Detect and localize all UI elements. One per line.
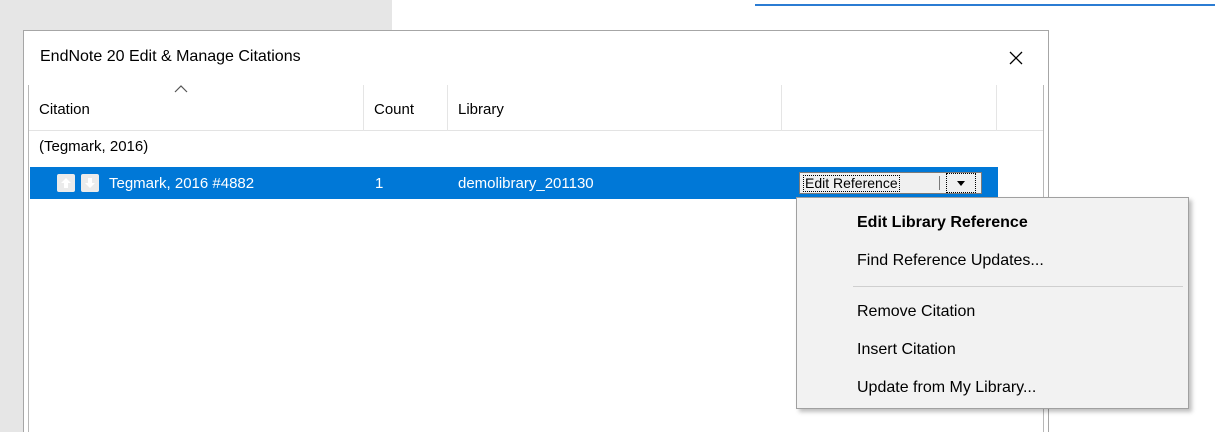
arrow-up-icon (61, 178, 71, 188)
menu-item-find-reference-updates[interactable]: Find Reference Updates... (797, 242, 1188, 279)
close-icon (1009, 51, 1023, 65)
chevron-down-icon (957, 180, 965, 186)
edit-reference-context-menu: Edit Library Reference Find Reference Up… (796, 197, 1189, 409)
edit-reference-split-button[interactable]: Edit Reference (799, 172, 982, 194)
list-header: Citation Count Library (29, 85, 1043, 131)
row-citation: Tegmark, 2016 #4882 (109, 175, 255, 192)
table-row[interactable]: Tegmark, 2016 #4882 1 demolibrary_201130… (30, 167, 998, 199)
column-header-library[interactable]: Library (448, 85, 782, 131)
menu-item-edit-library-reference[interactable]: Edit Library Reference (797, 204, 1188, 241)
split-divider (939, 176, 940, 190)
edit-reference-dropdown[interactable] (946, 173, 976, 193)
dialog-title: EndNote 20 Edit & Manage Citations (40, 48, 301, 65)
move-up-button[interactable] (57, 174, 75, 192)
column-header-library-label: Library (458, 101, 504, 118)
column-header-citation-label: Citation (39, 101, 90, 118)
column-header-actions[interactable] (782, 85, 997, 131)
edit-reference-button[interactable]: Edit Reference (803, 175, 900, 192)
menu-item-update-from-my-library[interactable]: Update from My Library... (797, 369, 1188, 406)
move-down-button[interactable] (81, 174, 99, 192)
citation-group-label: (Tegmark, 2016) (39, 138, 149, 155)
citation-group-row[interactable]: (Tegmark, 2016) (29, 131, 1043, 161)
column-header-citation[interactable]: Citation (29, 85, 364, 131)
menu-separator (853, 286, 1183, 287)
menu-item-remove-citation[interactable]: Remove Citation (797, 293, 1188, 330)
screen: EndNote 20 Edit & Manage Citations Citat… (0, 0, 1215, 432)
close-button[interactable] (998, 41, 1034, 75)
column-header-count-label: Count (374, 101, 415, 118)
menu-item-label: Edit Library Reference (857, 214, 1028, 231)
document-accent-line (755, 4, 1215, 6)
title-bar: EndNote 20 Edit & Manage Citations (24, 31, 1048, 85)
menu-item-label: Remove Citation (857, 303, 976, 320)
menu-item-label: Find Reference Updates... (857, 252, 1044, 269)
row-count: 1 (375, 175, 384, 192)
arrow-down-icon (85, 178, 95, 188)
column-header-count[interactable]: Count (364, 85, 448, 131)
row-library: demolibrary_201130 (458, 175, 594, 192)
menu-item-label: Insert Citation (857, 341, 956, 358)
menu-item-label: Update from My Library... (857, 379, 1037, 396)
menu-item-insert-citation[interactable]: Insert Citation (797, 331, 1188, 368)
sort-ascending-icon (174, 85, 188, 93)
